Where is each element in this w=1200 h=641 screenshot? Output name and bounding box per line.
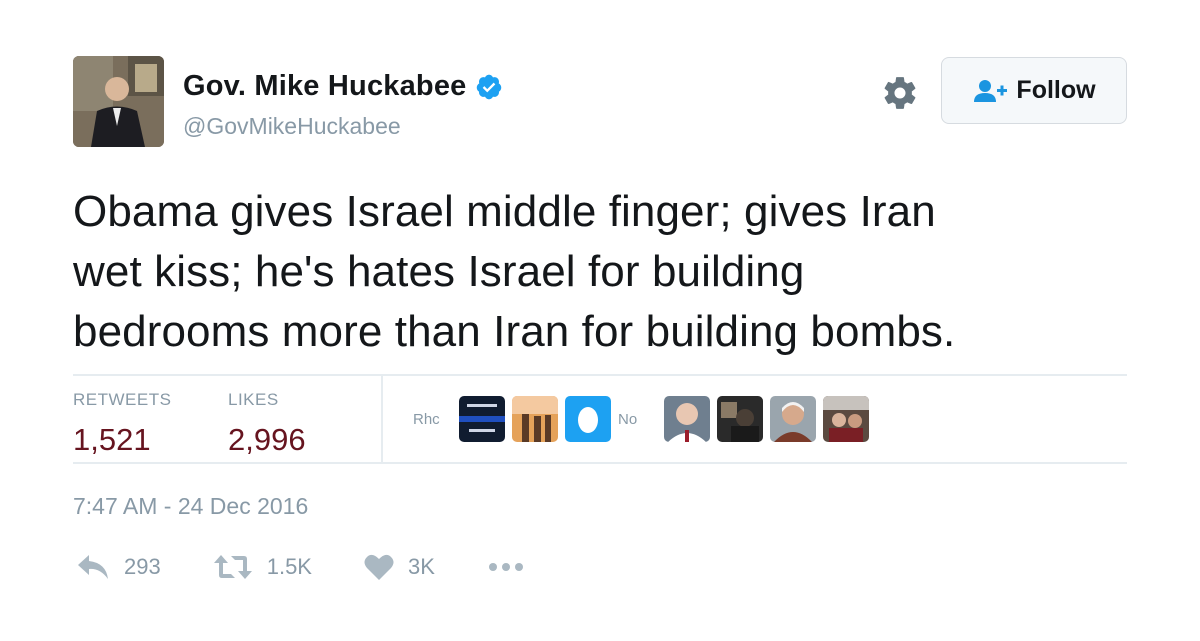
liker-avatar[interactable] (717, 396, 763, 442)
retweet-count: 1.5K (266, 554, 312, 579)
likes-label: LIKES (228, 390, 279, 409)
tweet-line: Obama gives Israel middle finger; gives … (73, 187, 936, 236)
reply-icon (78, 555, 108, 579)
divider (381, 376, 383, 463)
follow-button[interactable]: Follow (941, 57, 1127, 124)
liker-name-truncated[interactable]: Rhc (413, 411, 449, 428)
tweet-text: Obama gives Israel middle finger; gives … (73, 182, 1133, 362)
tweet-timestamp[interactable]: 7:47 AM - 24 Dec 2016 (73, 493, 308, 520)
reply-count: 293 (124, 554, 161, 579)
more-dots-icon (488, 563, 523, 571)
user-full-name[interactable]: Gov. Mike Huckabee (183, 70, 467, 103)
liker-avatars: Rhc No (413, 396, 876, 442)
liker-avatar[interactable] (823, 396, 869, 442)
heart-icon (364, 554, 394, 580)
retweets-count[interactable]: 1,521 (73, 422, 171, 458)
retweet-icon (213, 555, 252, 579)
follow-user-icon (974, 79, 1008, 102)
follow-button-label: Follow (1016, 76, 1096, 104)
liker-avatar[interactable] (459, 396, 505, 442)
user-name-row[interactable]: Gov. Mike Huckabee (183, 70, 503, 103)
tweet-line: wet kiss; he's hates Israel for building (73, 247, 805, 296)
retweet-button[interactable]: 1.5K (213, 553, 312, 581)
gear-icon[interactable] (881, 74, 919, 112)
retweets-label: RETWEETS (73, 390, 172, 409)
likes-count[interactable]: 2,996 (228, 422, 306, 458)
liker-avatar[interactable] (770, 396, 816, 442)
likes-stat[interactable]: LIKES 2,996 (228, 390, 306, 458)
liker-avatar[interactable] (512, 396, 558, 442)
more-button[interactable] (487, 561, 527, 573)
liker-name-truncated[interactable]: No (618, 411, 654, 428)
divider (73, 374, 1127, 376)
reply-button[interactable]: 293 (76, 553, 161, 581)
liker-avatar[interactable] (664, 396, 710, 442)
default-egg-avatar[interactable] (565, 396, 611, 442)
profile-avatar[interactable] (73, 56, 164, 147)
tweet-actions: 293 1.5K 3K (76, 553, 579, 581)
like-count: 3K (407, 554, 435, 579)
retweets-stat[interactable]: RETWEETS 1,521 (73, 390, 171, 458)
user-handle[interactable]: @GovMikeHuckabee (183, 113, 401, 140)
verified-badge-icon (475, 73, 503, 101)
divider (73, 462, 1127, 464)
tweet-line: bedrooms more than Iran for building bom… (73, 307, 956, 356)
like-button[interactable]: 3K (364, 553, 435, 581)
